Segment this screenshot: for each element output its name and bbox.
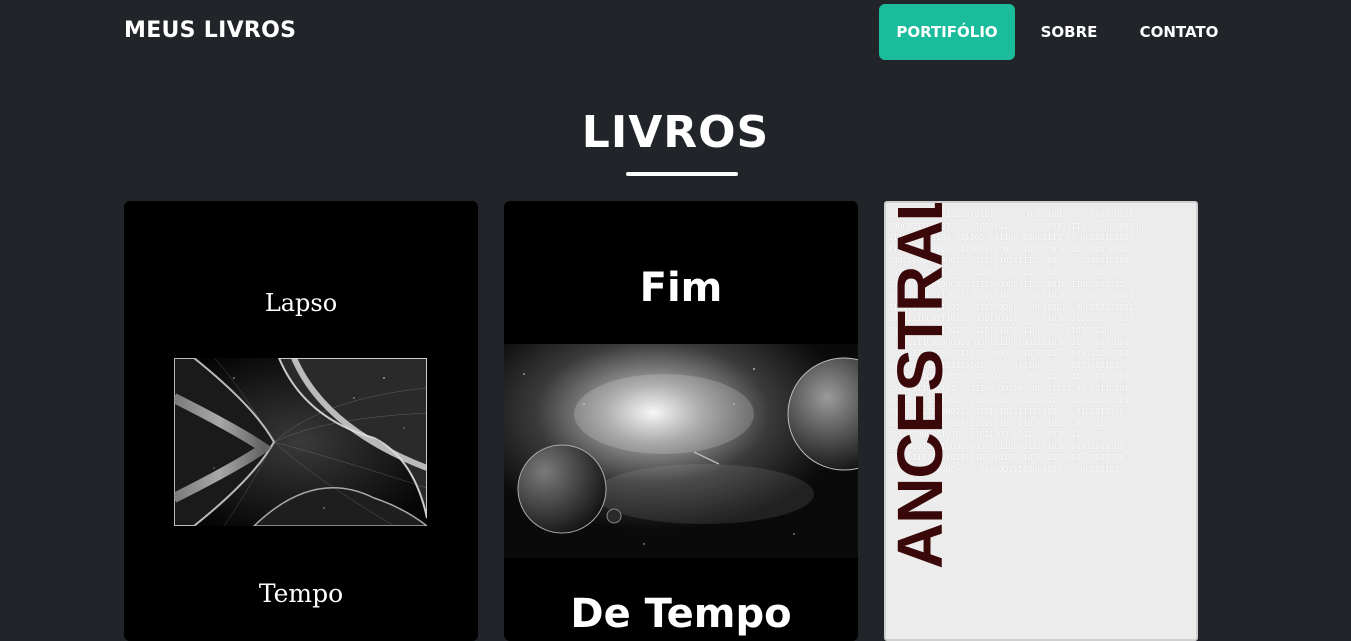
book-cover-title-bottom: Tempo: [258, 579, 344, 608]
nav-link-portifolio[interactable]: PORTIFÓLIO: [879, 4, 1015, 60]
book-card-ancestral[interactable]: 0001111001001111010101 0101100 000010101…: [884, 201, 1198, 641]
book-cover-title-vertical: ANCESTRAL: [884, 201, 956, 569]
book-cover-title-bottom: De Tempo: [570, 591, 792, 637]
space-planets-cover-image: [504, 344, 858, 558]
navbar: MEUS LIVROS PORTIFÓLIO SOBRE CONTATO: [0, 0, 1351, 64]
section-title: LIVROS: [581, 107, 770, 158]
title-divider: [626, 172, 738, 176]
nav-link-contato[interactable]: CONTATO: [1124, 4, 1234, 60]
book-cover-title-top: Lapso: [264, 289, 338, 317]
nav-link-sobre[interactable]: SOBRE: [1024, 4, 1114, 60]
book-cover-title-top: Fim: [639, 265, 723, 311]
brand-logo-link[interactable]: MEUS LIVROS: [124, 18, 296, 43]
book-card-lapso-tempo[interactable]: Lapso Tempo: [124, 201, 478, 641]
book-card-fim-de-tempo[interactable]: Fim De Tempo: [504, 201, 858, 641]
wormhole-cover-image: [174, 358, 427, 526]
